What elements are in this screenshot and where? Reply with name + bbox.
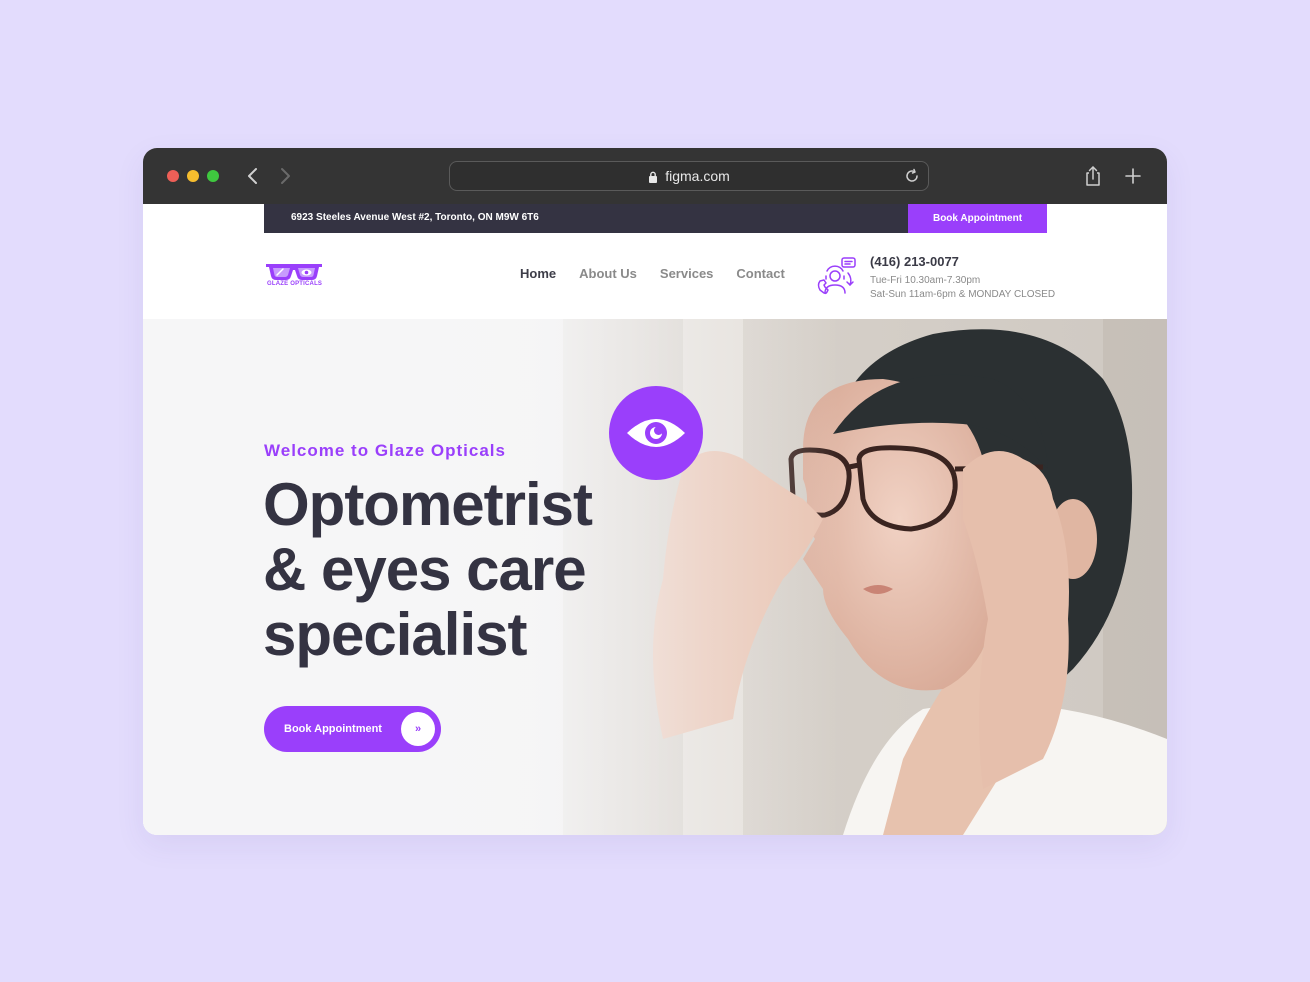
hero-headline-line-2: & eyes care	[263, 536, 587, 603]
nav-item-home[interactable]: Home	[520, 266, 556, 281]
support-agent-icon	[817, 257, 856, 295]
minimize-window-button[interactable]	[187, 170, 199, 182]
hero-headline-line-1: Optometrist	[263, 471, 593, 538]
hero-book-appointment-button[interactable]: Book Appointment »	[264, 706, 441, 752]
new-tab-icon[interactable]	[1122, 164, 1144, 188]
weekday-hours: Tue-Fri 10.30am-7.30pm	[870, 275, 981, 286]
forward-arrow-icon[interactable]	[275, 164, 295, 188]
brand-name: GLAZE OPTICALS	[267, 281, 323, 287]
hero-headline: Optometrist & eyes care specialist	[263, 472, 683, 667]
address-bar[interactable]: figma.com	[449, 161, 929, 191]
nav-item-about-us[interactable]: About Us	[579, 266, 637, 281]
hero-headline-line-3: specialist	[263, 601, 528, 668]
browser-window: figma.com 6923 Steeles Avenue West #2, T…	[143, 148, 1167, 835]
share-icon[interactable]	[1082, 164, 1104, 188]
phone-number[interactable]: (416) 213-0077	[870, 254, 959, 269]
back-arrow-icon[interactable]	[243, 164, 263, 188]
lock-icon	[649, 171, 658, 183]
eye-badge	[609, 386, 703, 480]
weekend-hours: Sat-Sun 11am-6pm & MONDAY CLOSED	[870, 289, 1056, 300]
double-chevron-right-icon: »	[401, 712, 435, 746]
browser-toolbar: figma.com	[143, 148, 1167, 204]
nav-item-services[interactable]: Services	[660, 266, 714, 281]
hero-section: Welcome to Glaze Opticals Optometrist & …	[143, 319, 1167, 835]
top-book-appointment-button[interactable]: Book Appointment	[908, 204, 1047, 233]
address-text: 6923 Steeles Avenue West #2, Toronto, ON…	[291, 212, 539, 223]
hero-welcome-text: Welcome to Glaze Opticals	[264, 441, 506, 460]
close-window-button[interactable]	[167, 170, 179, 182]
web-page: 6923 Steeles Avenue West #2, Toronto, ON…	[143, 204, 1167, 835]
nav-item-contact[interactable]: Contact	[736, 266, 784, 281]
eye-icon	[627, 419, 685, 447]
reload-icon[interactable]	[904, 168, 920, 184]
info-bar: 6923 Steeles Avenue West #2, Toronto, ON…	[264, 204, 1047, 233]
main-nav: Home About Us Services Contact	[520, 266, 808, 281]
url-text: figma.com	[665, 168, 730, 184]
hero-cta-label: Book Appointment	[284, 723, 382, 735]
maximize-window-button[interactable]	[207, 170, 219, 182]
